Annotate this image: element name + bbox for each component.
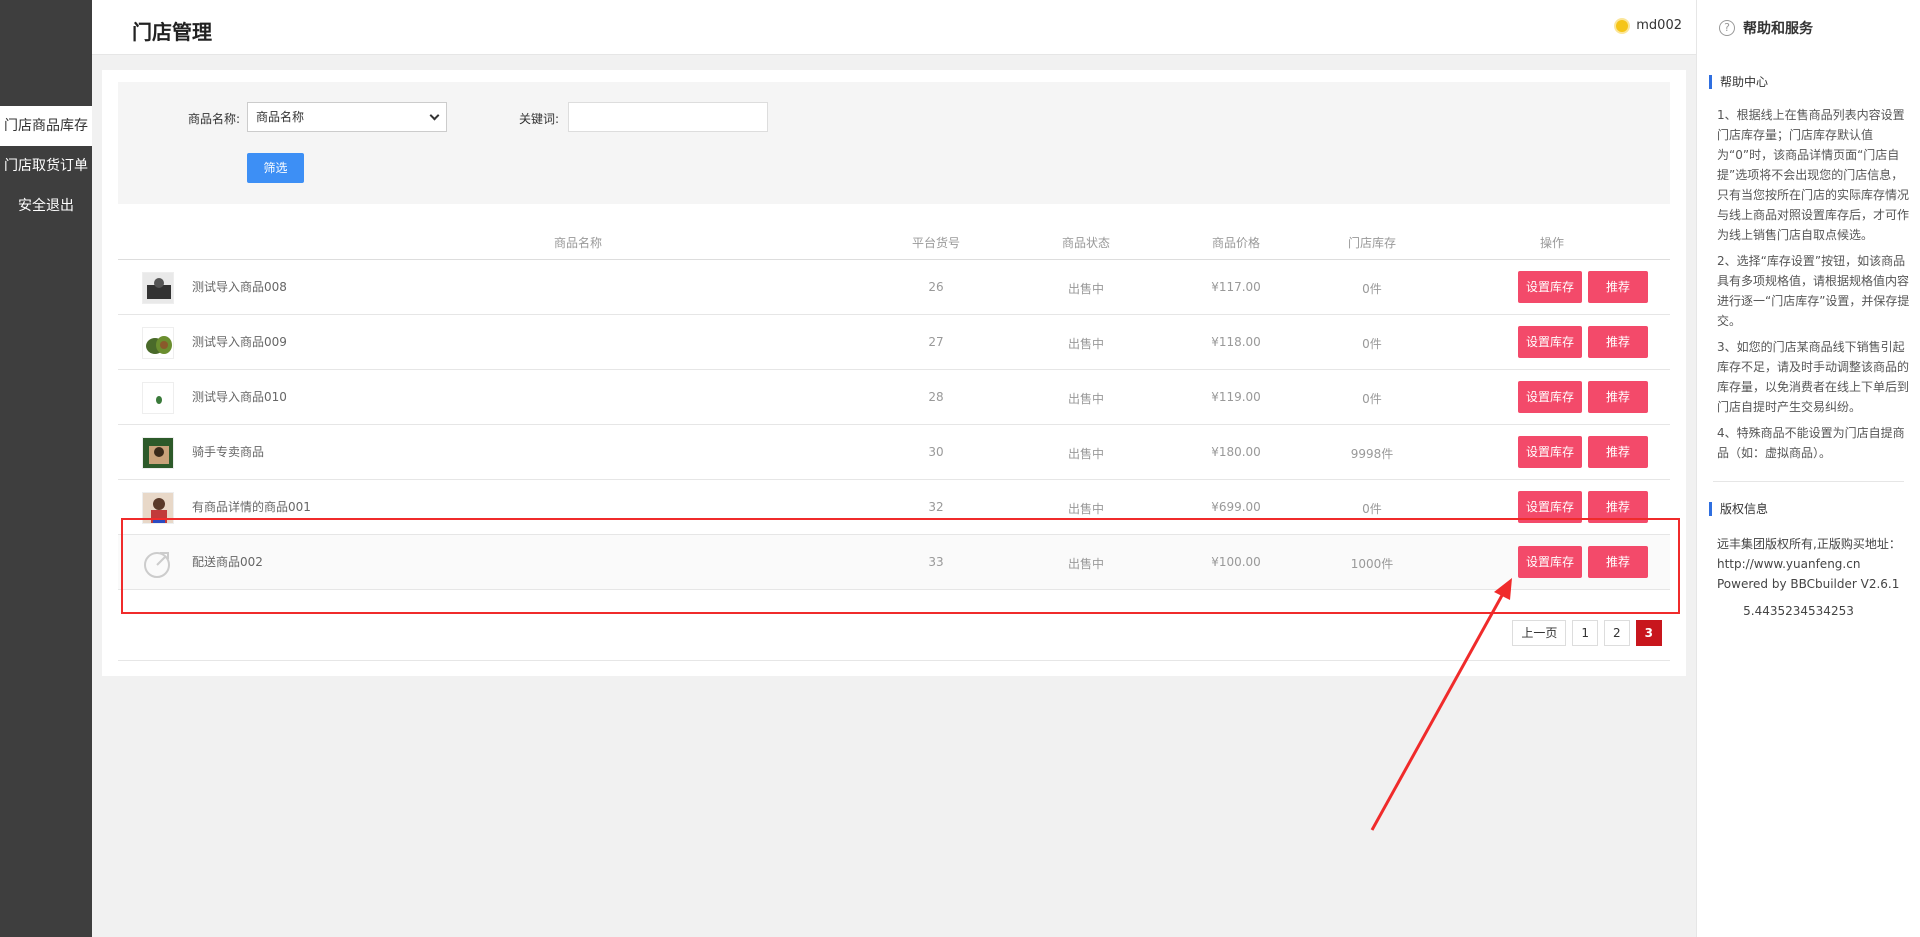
table-row: 测试导入商品010 28 出售中 ¥119.00 0件 设置库存 推荐	[118, 370, 1670, 425]
product-price: ¥180.00	[1211, 445, 1261, 459]
product-stock: 0件	[1362, 392, 1382, 406]
user-status-icon	[1616, 19, 1629, 32]
set-stock-button[interactable]: 设置库存	[1518, 326, 1582, 358]
product-price: ¥118.00	[1211, 335, 1261, 349]
col-stock: 门店库存	[1347, 236, 1396, 250]
recommend-button[interactable]: 推荐	[1588, 326, 1648, 358]
product-name-label: 商品名称:	[188, 112, 241, 126]
recommend-button[interactable]: 推荐	[1588, 381, 1648, 413]
filter-button[interactable]: 筛选	[247, 153, 304, 183]
product-select-value: 商品名称	[256, 110, 305, 124]
product-stock: 9998件	[1350, 447, 1394, 461]
product-stock: 0件	[1362, 337, 1382, 351]
help-item: 1、根据线上在售商品列表内容设置门店库存量；门店库存默认值为“0”时，该商品详情…	[1717, 108, 1910, 242]
product-name: 测试导入商品009	[192, 335, 287, 349]
table-row: 骑手专卖商品 30 出售中 ¥180.00 9998件 设置库存 推荐	[118, 425, 1670, 480]
keyword-label: 关键词:	[519, 112, 560, 126]
col-actions: 操作	[1539, 236, 1564, 250]
page-button-1[interactable]: 1	[1572, 620, 1598, 646]
copyright-title: 版权信息	[1709, 502, 1920, 516]
copyright-content: 远丰集团版权所有,正版购买地址：http://www.yuanfeng.cn P…	[1697, 516, 1920, 594]
product-price: ¥117.00	[1211, 280, 1261, 294]
recommend-button[interactable]: 推荐	[1588, 436, 1648, 468]
product-price: ¥119.00	[1211, 390, 1261, 404]
help-item: 4、特殊商品不能设置为门店自提商品（如：虚拟商品）。	[1717, 426, 1905, 460]
help-question-icon: ?	[1719, 19, 1735, 36]
product-status: 出售中	[1067, 337, 1104, 351]
top-header: 门店管理 md002	[92, 0, 1696, 55]
left-sidebar: 门店商品库存 门店取货订单 安全退出	[0, 0, 92, 937]
username: md002	[1636, 18, 1682, 33]
col-product-name: 商品名称	[553, 236, 602, 250]
product-sku: 27	[928, 335, 944, 349]
help-item: 2、选择“库存设置”按钮，如该商品具有多项规格值，请根据规格值内容进行逐一“门店…	[1717, 254, 1910, 328]
product-name: 测试导入商品010	[192, 390, 287, 404]
annotation-highlight-box	[121, 518, 1680, 614]
product-status: 出售中	[1067, 447, 1104, 461]
table-row: 测试导入商品008 26 出售中 ¥117.00 0件 设置库存 推荐	[118, 260, 1670, 315]
filter-panel: 商品名称: 商品名称 关键词: 筛选	[118, 82, 1670, 204]
product-sku: 26	[928, 280, 944, 294]
recommend-button[interactable]: 推荐	[1588, 271, 1648, 303]
product-thumbnail	[142, 382, 174, 414]
product-name: 骑手专卖商品	[192, 445, 265, 459]
sidebar-nav: 门店商品库存 门店取货订单 安全退出	[0, 106, 92, 226]
product-name-select[interactable]: 商品名称	[247, 102, 447, 132]
col-status: 商品状态	[1061, 236, 1110, 250]
divider	[1713, 481, 1904, 482]
table-row: 测试导入商品009 27 出售中 ¥118.00 0件 设置库存 推荐	[118, 315, 1670, 370]
sidebar-item-store-inventory[interactable]: 门店商品库存	[0, 106, 92, 146]
help-item: 3、如您的门店某商品线下销售引起库存不足，请及时手动调整该商品的库存量，以免消费…	[1717, 340, 1910, 414]
divider	[118, 660, 1670, 661]
table-header: 商品名称 平台货号 商品状态 商品价格 门店库存 操作	[118, 220, 1670, 260]
version-number: 5.4435234534253	[1743, 604, 1854, 618]
help-title: 帮助和服务	[1743, 20, 1813, 37]
set-stock-button[interactable]: 设置库存	[1518, 381, 1582, 413]
help-content: 1、根据线上在售商品列表内容设置门店库存量；门店库存默认值为“0”时，该商品详情…	[1697, 89, 1920, 463]
product-stock: 0件	[1362, 502, 1382, 516]
set-stock-button[interactable]: 设置库存	[1518, 436, 1582, 468]
help-header: ? 帮助和服务	[1697, 0, 1920, 55]
product-thumbnail	[142, 437, 174, 469]
set-stock-button[interactable]: 设置库存	[1518, 271, 1582, 303]
chevron-down-icon	[429, 110, 440, 121]
page-title: 门店管理	[132, 20, 212, 44]
col-price: 商品价格	[1211, 236, 1260, 250]
help-center-title: 帮助中心	[1709, 75, 1920, 89]
product-status: 出售中	[1067, 282, 1104, 296]
product-thumbnail	[142, 327, 174, 359]
product-price: ¥699.00	[1211, 500, 1261, 514]
product-stock: 0件	[1362, 282, 1382, 296]
product-name: 测试导入商品008	[192, 280, 287, 294]
user-menu[interactable]: md002	[1616, 18, 1682, 33]
powered-by: Powered by BBCbuilder V2.6.1	[1717, 577, 1900, 591]
page-button-2[interactable]: 2	[1604, 620, 1630, 646]
product-sku: 28	[928, 390, 944, 404]
product-status: 出售中	[1067, 392, 1104, 406]
product-sku: 32	[928, 500, 944, 514]
page-button-3[interactable]: 3	[1635, 620, 1662, 646]
help-panel: ? 帮助和服务 帮助中心 1、根据线上在售商品列表内容设置门店库存量；门店库存默…	[1696, 0, 1920, 937]
product-name: 有商品详情的商品001	[192, 500, 311, 514]
product-status: 出售中	[1067, 502, 1104, 516]
prev-page-button[interactable]: 上一页	[1512, 620, 1567, 646]
pagination: 上一页 1 2 3	[1512, 620, 1662, 646]
copyright-text: 远丰集团版权所有,正版购买地址：http://www.yuanfeng.cn	[1717, 537, 1901, 571]
keyword-input[interactable]	[568, 102, 768, 132]
product-thumbnail	[142, 272, 174, 304]
product-sku: 30	[928, 445, 944, 459]
sidebar-item-logout[interactable]: 安全退出	[0, 186, 92, 226]
sidebar-item-pickup-orders[interactable]: 门店取货订单	[0, 146, 92, 186]
col-sku: 平台货号	[911, 236, 960, 250]
